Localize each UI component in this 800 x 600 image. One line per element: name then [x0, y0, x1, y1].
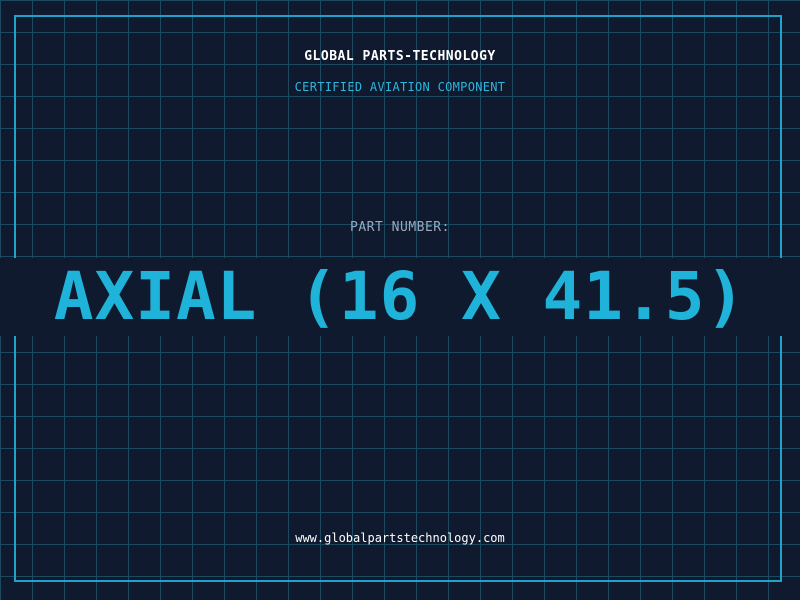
part-number-value: AXIAL (16 X 41.5)	[53, 258, 747, 335]
company-name: GLOBAL PARTS-TECHNOLOGY	[304, 49, 496, 64]
certification-tagline: CERTIFIED AVIATION COMPONENT	[294, 80, 506, 94]
label-card: GLOBAL PARTS-TECHNOLOGY CERTIFIED AVIATI…	[0, 0, 800, 600]
part-number-label: PART NUMBER:	[350, 220, 450, 235]
website-url: www.globalpartstechnology.com	[295, 531, 505, 545]
